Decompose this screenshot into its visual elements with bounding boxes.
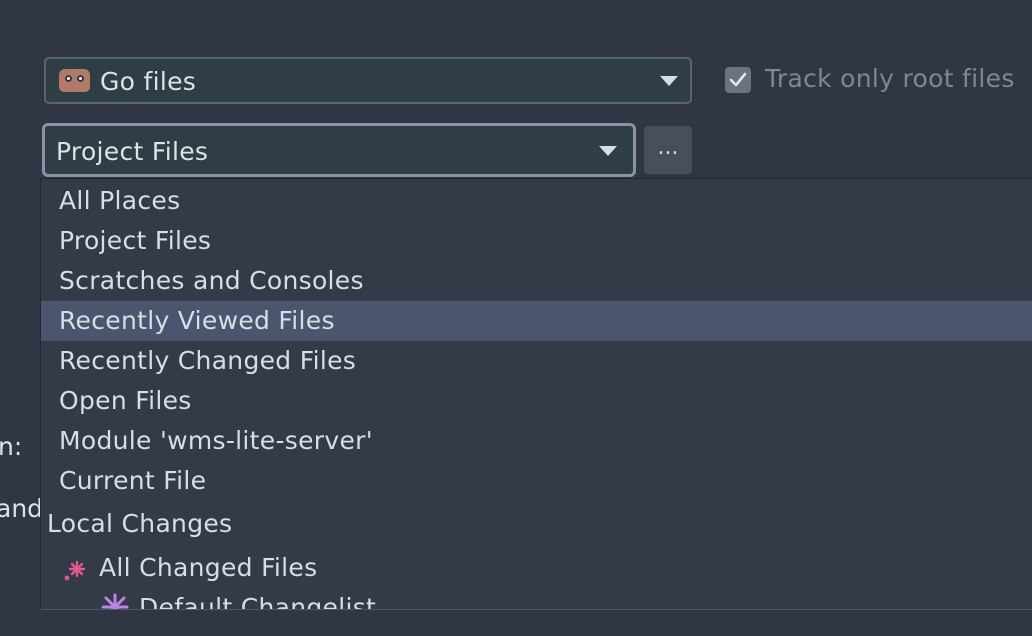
scope-value: Project Files [56, 137, 209, 166]
check-icon [729, 72, 747, 87]
scope-option-all-places[interactable]: All Places [41, 181, 1032, 221]
side-label-fragment: and [0, 494, 44, 523]
scope-combo[interactable]: Project Files [42, 123, 636, 177]
scope-dropdown-list: All Places Project Files Scratches and C… [40, 178, 1032, 610]
more-button[interactable]: ... [644, 126, 692, 174]
scope-option-open-files[interactable]: Open Files [41, 381, 1032, 421]
scope-option-default-changelist[interactable]: Default Changelist [139, 593, 376, 609]
chevron-down-icon [599, 146, 617, 156]
scope-option-scratches[interactable]: Scratches and Consoles [41, 261, 1032, 301]
file-type-value: Go files [100, 67, 197, 96]
track-root-checkbox[interactable] [725, 67, 751, 93]
scope-option-current-file[interactable]: Current File [41, 461, 1032, 501]
scope-option-recently-changed[interactable]: Recently Changed Files [41, 341, 1032, 381]
file-type-combo[interactable]: Go files [44, 57, 692, 104]
scope-option-recently-viewed[interactable]: Recently Viewed Files [41, 301, 1032, 341]
scope-option-all-changed-files[interactable]: All Changed Files [99, 553, 317, 582]
scope-option-project-files[interactable]: Project Files [41, 221, 1032, 261]
side-label-fragment: n: [0, 432, 23, 461]
gopher-icon [59, 69, 90, 92]
scope-option-module[interactable]: Module 'wms-lite-server' [41, 421, 1032, 461]
local-changes-group-label: Local Changes [47, 509, 233, 538]
changed-files-icon [64, 560, 86, 581]
changelist-icon [101, 593, 129, 609]
track-root-label: Track only root files [765, 64, 1015, 93]
chevron-down-icon [660, 76, 678, 86]
